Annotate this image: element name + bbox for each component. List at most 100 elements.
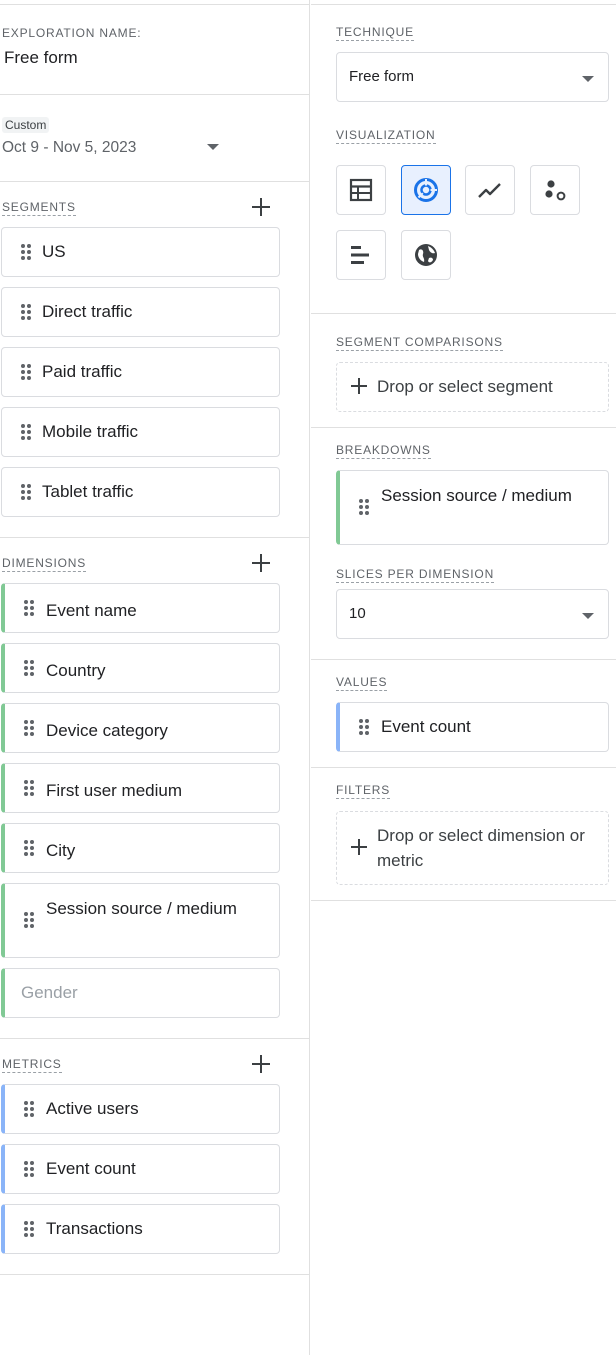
drag-handle-icon[interactable] [21,484,31,500]
dimension-item-device-category[interactable]: Device category [1,703,280,753]
dropzone-text: Drop or select dimension or metric [377,826,585,870]
segment-comparisons-label: SEGMENT COMPARISONS [336,335,503,351]
add-metric-button[interactable] [251,1054,271,1074]
scatter-plot-icon [545,180,566,201]
segment-item-tablet-traffic[interactable]: Tablet traffic [1,467,280,517]
segment-label: US [42,242,66,261]
breakdowns-label: BREAKDOWNS [336,443,431,459]
add-icon [350,838,370,858]
divider [311,659,616,660]
drag-handle-icon[interactable] [24,912,34,928]
segment-item-direct-traffic[interactable]: Direct traffic [1,287,280,337]
drag-handle-icon[interactable] [21,364,31,380]
technique-label: TECHNIQUE [336,25,414,41]
donut-chart-icon [414,178,438,202]
dimension-item-event-name[interactable]: Event name [1,583,280,633]
dimension-label: Country [46,661,106,680]
drag-handle-icon[interactable] [24,1221,34,1237]
slices-select[interactable]: 10 [336,589,609,639]
date-range-value[interactable]: Oct 9 - Nov 5, 2023 [2,139,136,157]
metric-item-event-count[interactable]: Event count [1,1144,280,1194]
variables-panel: EXPLORATION NAME: Free form Custom Oct 9… [0,0,310,1355]
drag-handle-icon[interactable] [24,600,34,616]
divider [0,94,310,95]
dimension-item-city[interactable]: City [1,823,280,873]
segment-label: Direct traffic [42,302,133,321]
chevron-down-icon [582,76,594,82]
dimension-label: Session source / medium [46,899,237,918]
metric-item-transactions[interactable]: Transactions [1,1204,280,1254]
drag-handle-icon[interactable] [24,780,34,796]
drag-handle-icon[interactable] [359,719,369,735]
chevron-down-icon[interactable] [207,144,219,150]
add-segment-button[interactable] [251,197,271,217]
drag-handle-icon[interactable] [24,1161,34,1177]
metric-item-active-users[interactable]: Active users [1,1084,280,1134]
technique-value: Free form [349,68,415,85]
bar-viz-button[interactable] [336,230,386,280]
segment-label: Paid traffic [42,362,123,381]
divider [311,427,616,428]
metrics-label: METRICS [2,1057,62,1073]
slices-per-dimension-label: SLICES PER DIMENSION [336,567,495,583]
divider [0,181,310,182]
add-dimension-button[interactable] [251,553,271,573]
dimension-item-session-source-medium[interactable]: Session source / medium [1,883,280,958]
metric-label: Active users [46,1099,139,1118]
value-label: Event count [381,717,471,736]
drag-handle-icon[interactable] [21,304,31,320]
segment-item-us[interactable]: US [1,227,280,277]
dimension-label: First user medium [46,781,183,800]
dimension-item-gender[interactable]: Gender [1,968,280,1018]
segment-item-mobile-traffic[interactable]: Mobile traffic [1,407,280,457]
scatter-viz-button[interactable] [530,165,580,215]
top-divider [311,4,616,5]
visualization-label: VISUALIZATION [336,128,436,144]
dimension-item-country[interactable]: Country [1,643,280,693]
filters-label: FILTERS [336,783,391,799]
breakdown-item[interactable]: Session source / medium [336,470,609,545]
segment-label: Tablet traffic [42,482,134,501]
table-viz-button[interactable] [336,165,386,215]
exploration-name-label: EXPLORATION NAME: [2,26,142,40]
table-icon [349,178,373,202]
divider [311,313,616,314]
divider [311,767,616,768]
values-label: VALUES [336,675,388,691]
tab-settings-panel: TECHNIQUE Free form VISUALIZATION SEGMEN… [311,0,616,1355]
filter-dropzone[interactable]: Drop or select dimension or metric [336,811,609,885]
drag-handle-icon[interactable] [21,244,31,260]
top-divider [0,4,310,5]
line-chart-icon [478,183,501,198]
drag-handle-icon[interactable] [21,424,31,440]
dimension-label: Event name [46,601,137,620]
segment-label: Mobile traffic [42,422,139,441]
dimension-item-first-user-medium[interactable]: First user medium [1,763,280,813]
dimension-placeholder-label: Gender [21,983,78,1002]
dropzone-text: Drop or select segment [377,377,553,396]
geo-viz-button[interactable] [401,230,451,280]
slices-value: 10 [349,605,366,622]
drag-handle-icon[interactable] [24,720,34,736]
divider [0,1274,310,1275]
value-item[interactable]: Event count [336,702,609,752]
line-viz-button[interactable] [465,165,515,215]
divider [0,1038,310,1039]
dimension-label: Device category [46,721,168,740]
drag-handle-icon[interactable] [24,1101,34,1117]
date-range-badge: Custom [2,117,50,133]
donut-viz-button[interactable] [401,165,451,215]
dimension-label: City [46,841,76,860]
drag-handle-icon[interactable] [359,499,369,515]
exploration-name-field[interactable]: Free form [4,48,78,68]
divider [311,900,616,901]
segment-comparison-dropzone[interactable]: Drop or select segment [336,362,609,412]
add-icon [350,377,370,397]
drag-handle-icon[interactable] [24,660,34,676]
technique-select[interactable]: Free form [336,52,609,102]
segment-item-paid-traffic[interactable]: Paid traffic [1,347,280,397]
dimensions-label: DIMENSIONS [2,556,87,572]
drag-handle-icon[interactable] [24,840,34,856]
divider [0,537,310,538]
metric-label: Event count [46,1159,136,1178]
